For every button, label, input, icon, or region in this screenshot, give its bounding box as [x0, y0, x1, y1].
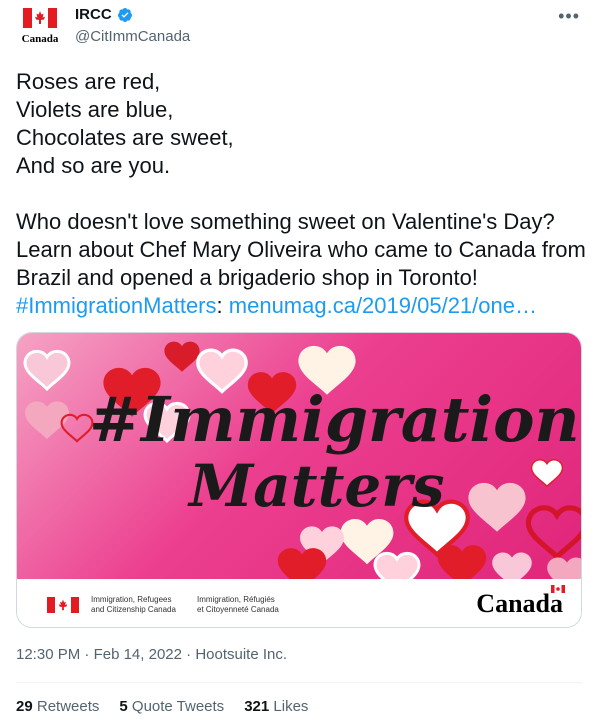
likes-stat[interactable]: 321 Likes — [244, 698, 308, 715]
likes-count: 321 — [244, 698, 270, 715]
retweets-count: 29 — [16, 698, 33, 715]
quote-tweets-count: 5 — [119, 698, 128, 715]
likes-label: Likes — [273, 698, 309, 715]
url-link[interactable]: menumag.ca/2019/05/21/one… — [229, 293, 537, 318]
author-name-row: IRCC — [75, 6, 133, 23]
tweet-meta: 12:30 PM · Feb 14, 2022 · Hootsuite Inc. — [16, 646, 287, 663]
display-name[interactable]: IRCC — [75, 6, 112, 23]
gov-fr-line1: Immigration, Réfugiés — [197, 595, 275, 604]
engagement-stats: 29 Retweets 5 Quote Tweets 321 Likes — [16, 698, 308, 715]
quote-tweets-stat[interactable]: 5 Quote Tweets — [119, 698, 224, 715]
verified-badge-icon — [117, 7, 132, 22]
author-handle[interactable]: @CitImmCanada — [75, 28, 190, 45]
gov-name-french: Immigration, Réfugiés et Citoyenneté Can… — [197, 595, 279, 615]
tweet-link-line: #ImmigrationMatters: menumag.ca/2019/05/… — [16, 292, 537, 320]
avatar[interactable]: Canada — [16, 8, 64, 48]
tweet-text: Roses are red, Violets are blue, Chocola… — [16, 69, 586, 290]
wordmark-flag-icon — [551, 585, 565, 593]
retweets-stat[interactable]: 29 Retweets — [16, 698, 99, 715]
meta-separator: · — [84, 646, 90, 663]
retweets-label: Retweets — [36, 698, 100, 715]
avatar-wordmark: Canada — [21, 33, 59, 45]
gov-en-line1: Immigration, Refugees — [91, 595, 172, 604]
divider — [16, 682, 582, 683]
meta-separator: · — [186, 646, 192, 663]
media-headline-line2: Matters — [189, 452, 445, 520]
link-colon: : — [216, 293, 223, 318]
canada-wordmark: Canada — [476, 589, 563, 618]
more-options-icon[interactable]: ••• — [558, 6, 580, 27]
gov-en-line2: and Citizenship Canada — [91, 605, 176, 614]
tweet-source[interactable]: Hootsuite Inc. — [195, 646, 287, 663]
media-headline-line1: #Immigration — [89, 383, 580, 456]
media-image[interactable]: #Immigration Matters Immigration, Refuge… — [16, 332, 582, 628]
gov-fr-line2: et Citoyenneté Canada — [197, 605, 279, 614]
gov-signature-strip: Immigration, Refugees and Citizenship Ca… — [17, 579, 581, 627]
media-headline: #Immigration Matters — [89, 383, 580, 520]
quote-tweets-label: Quote Tweets — [131, 698, 225, 715]
hashtag-link[interactable]: #ImmigrationMatters — [16, 293, 217, 318]
media-artwork: #Immigration Matters — [17, 333, 581, 579]
canada-flag-icon — [47, 597, 79, 613]
tweet-date[interactable]: Feb 14, 2022 — [94, 646, 182, 663]
tweet-time[interactable]: 12:30 PM — [16, 646, 80, 663]
gov-name-english: Immigration, Refugees and Citizenship Ca… — [91, 595, 176, 615]
canada-flag-icon — [23, 8, 57, 28]
